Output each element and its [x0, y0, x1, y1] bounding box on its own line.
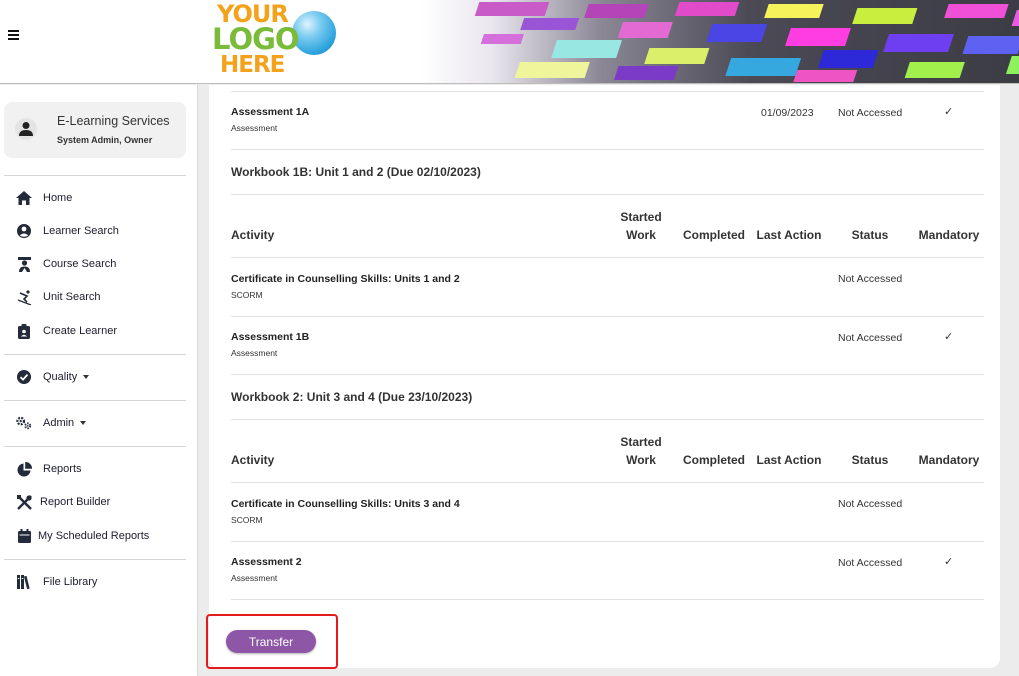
sidebar-item-quality[interactable]: Quality: [16, 367, 90, 387]
column-header-completed: Completed: [682, 453, 745, 467]
column-header-activity: Activity: [231, 228, 275, 242]
transfer-highlight-box: Transfer: [206, 614, 338, 669]
mandatory-check-icon: ✓: [944, 106, 954, 118]
logo-text-line3: HERE: [220, 52, 285, 78]
sidebar-item-label: Unit Search: [43, 291, 101, 303]
sidebar-item-unit-search[interactable]: Unit Search: [16, 287, 100, 307]
activity-type: SCORM: [231, 515, 263, 525]
column-header-completed: Completed: [682, 228, 745, 242]
row-divider: [231, 149, 984, 150]
course-progress-card: Assessment 1A Assessment 01/09/2023 Not …: [209, 85, 1000, 668]
home-icon: [16, 190, 32, 206]
sidebar-item-label: Admin: [43, 417, 75, 429]
column-header-last-action: Last Action: [756, 453, 822, 467]
status-value: Not Accessed: [838, 557, 903, 569]
activity-title[interactable]: Assessment 1A: [231, 106, 309, 118]
activity-type: Assessment: [231, 573, 278, 583]
column-header-mandatory: Mandatory: [918, 453, 980, 467]
last-action-value: 01/09/2023: [761, 107, 814, 119]
sidebar-divider: [4, 559, 186, 560]
row-divider: [231, 194, 984, 195]
activity-title[interactable]: Certificate in Counselling Skills: Units…: [231, 273, 460, 285]
sidebar-item-label: Course Search: [43, 258, 117, 270]
status-value: Not Accessed: [838, 498, 903, 510]
sidebar-divider: [4, 446, 186, 447]
activity-type: Assessment: [231, 348, 278, 358]
sidebar-divider: [4, 175, 186, 176]
column-header-activity: Activity: [231, 453, 275, 467]
mandatory-check-icon: ✓: [944, 331, 954, 343]
calendar-icon: [16, 528, 32, 544]
transfer-button[interactable]: Transfer: [226, 630, 316, 653]
sidebar-item-report-builder[interactable]: Report Builder: [16, 492, 110, 512]
sidebar: E-Learning Services System Admin, Owner …: [0, 85, 198, 676]
logo-text-line2: LOGO: [212, 22, 300, 56]
check-circle-icon: [16, 369, 32, 385]
activity-title[interactable]: Assessment 2: [231, 556, 302, 568]
hamburger-menu-icon[interactable]: [8, 30, 19, 40]
user-circle-icon: [16, 223, 32, 239]
row-divider: [231, 91, 984, 92]
column-header-status: Status: [851, 453, 889, 467]
row-divider: [231, 599, 984, 600]
row-divider: [231, 257, 984, 258]
sidebar-item-learner-search[interactable]: Learner Search: [16, 221, 119, 241]
skier-icon: [16, 289, 32, 305]
sidebar-divider: [4, 400, 186, 401]
clipboard-user-icon: [16, 323, 32, 339]
sidebar-item-label: File Library: [43, 576, 98, 588]
sidebar-item-admin[interactable]: Admin: [16, 413, 87, 433]
workbook-title: Workbook 2: Unit 3 and 4 (Due 23/10/2023…: [231, 390, 473, 404]
row-divider: [231, 374, 984, 375]
column-header-last-action: Last Action: [756, 228, 822, 242]
status-value: Not Accessed: [838, 332, 903, 344]
sidebar-item-label: Reports: [43, 463, 82, 475]
mandatory-check-icon: ✓: [944, 556, 954, 568]
row-divider: [231, 419, 984, 420]
sidebar-item-reports[interactable]: Reports: [16, 459, 82, 479]
books-icon: [16, 574, 32, 590]
column-header-started-work: Started Work: [620, 435, 662, 467]
avatar: [15, 118, 37, 140]
column-header-started-work: Started Work: [620, 210, 662, 242]
sidebar-item-label: Create Learner: [43, 325, 117, 337]
sidebar-item-label: Quality: [43, 371, 78, 383]
chevron-down-icon: [83, 375, 90, 379]
column-header-status: Status: [851, 228, 889, 242]
row-divider: [231, 316, 984, 317]
sidebar-divider: [4, 354, 186, 355]
status-value: Not Accessed: [838, 273, 903, 285]
pie-chart-icon: [16, 461, 32, 477]
sidebar-item-label: Report Builder: [40, 496, 111, 508]
sidebar-item-label: Home: [43, 192, 73, 204]
tools-icon: [16, 494, 32, 510]
sidebar-item-label: My Scheduled Reports: [38, 530, 150, 542]
sidebar-item-home[interactable]: Home: [16, 188, 72, 208]
chevron-down-icon: [80, 421, 87, 425]
column-header-mandatory: Mandatory: [918, 228, 980, 242]
workbook-title: Workbook 1B: Unit 1 and 2 (Due 02/10/202…: [231, 165, 481, 179]
company-logo: YOUR LOGO HERE: [212, 2, 342, 80]
status-value: Not Accessed: [838, 107, 903, 119]
row-divider: [231, 482, 984, 483]
activity-type: Assessment: [231, 123, 278, 133]
sidebar-item-create-learner[interactable]: Create Learner: [16, 321, 117, 341]
sidebar-item-course-search[interactable]: Course Search: [16, 254, 116, 274]
user-icon: [19, 122, 33, 136]
activity-title[interactable]: Assessment 1B: [231, 331, 309, 343]
sidebar-item-my-scheduled-reports[interactable]: My Scheduled Reports: [16, 526, 149, 546]
activity-type: SCORM: [231, 290, 263, 300]
app-header: YOUR LOGO HERE: [0, 0, 1019, 84]
header-banner-image: [420, 0, 1019, 83]
sidebar-item-label: Learner Search: [43, 225, 119, 237]
gears-icon: [16, 415, 32, 431]
sidebar-item-file-library[interactable]: File Library: [16, 572, 97, 592]
user-name: E-Learning Services: [57, 114, 170, 128]
row-divider: [231, 541, 984, 542]
activity-title[interactable]: Certificate in Counselling Skills: Units…: [231, 498, 460, 510]
user-role: System Admin, Owner: [57, 135, 153, 145]
user-profile-card[interactable]: E-Learning Services System Admin, Owner: [4, 102, 186, 158]
teacher-icon: [16, 256, 32, 272]
